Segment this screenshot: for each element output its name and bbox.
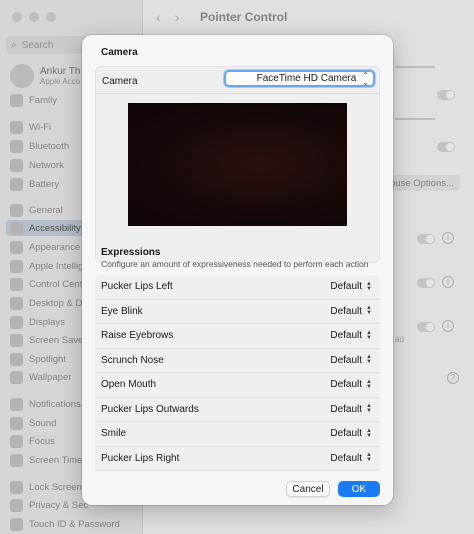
expression-label: Pucker Lips Left xyxy=(101,281,173,293)
chevron-up-down-icon: ▲ ▼ xyxy=(366,329,372,341)
expression-value: Default xyxy=(330,281,363,293)
camera-label: Camera xyxy=(102,76,138,87)
list-item: Raise Eyebrows Default ▲ ▼ xyxy=(95,324,380,349)
camera-section-title: Camera xyxy=(101,47,138,58)
camera-group: Camera FaceTime HD Camera ⌃ ⌄ xyxy=(95,66,380,263)
expression-select[interactable]: Default ▲ ▼ xyxy=(330,403,372,415)
expression-value: Default xyxy=(330,379,363,391)
expression-label: Scrunch Nose xyxy=(101,354,164,366)
facial-expressions-sheet: Camera Camera FaceTime HD Camera ⌃ ⌄ Expr… xyxy=(82,35,393,505)
expression-label: Raise Eyebrows xyxy=(101,330,174,342)
expression-label: Open Mouth xyxy=(101,379,157,391)
expression-value: Default xyxy=(330,428,363,440)
expressions-section-title: Expressions xyxy=(101,247,161,258)
expression-value: Default xyxy=(330,354,363,366)
cancel-button[interactable]: Cancel xyxy=(286,481,330,497)
expression-label: Smile xyxy=(101,428,127,440)
expression-select[interactable]: Default ▲ ▼ xyxy=(330,329,372,342)
list-item: Eye Blink Default ▲ ▼ xyxy=(95,299,380,324)
list-item: Open Mouth Default ▲ ▼ xyxy=(95,373,380,398)
chevron-up-down-icon: ▲ ▼ xyxy=(366,427,372,439)
expressions-list: Pucker Lips Left Default ▲ ▼ Eye Blink Def… xyxy=(95,275,380,471)
chevron-up-down-icon: ⌃ ⌄ xyxy=(362,70,369,87)
expression-select[interactable]: Default ▲ ▼ xyxy=(330,452,372,464)
expression-label: Eye Blink xyxy=(101,305,143,317)
expression-select[interactable]: Default ▲ ▼ xyxy=(330,305,372,317)
expression-value: Default xyxy=(330,403,363,415)
camera-select[interactable]: FaceTime HD Camera ⌃ ⌄ xyxy=(224,70,375,87)
list-item: Scrunch Nose Default ▲ ▼ xyxy=(95,348,380,373)
chevron-up-down-icon: ▲ ▼ xyxy=(366,378,372,390)
expression-select[interactable]: Default ▲ ▼ xyxy=(330,378,372,391)
expressions-description: Configure an amount of expressiveness ne… xyxy=(101,259,369,269)
list-item: Pucker Lips Left Default ▲ ▼ xyxy=(95,275,380,300)
expression-label: Pucker Lips Outwards xyxy=(101,403,199,415)
camera-preview xyxy=(128,103,347,226)
chevron-up-down-icon: ▲ ▼ xyxy=(366,354,372,366)
expression-value: Default xyxy=(330,330,363,342)
chevron-up-down-icon: ▲ ▼ xyxy=(366,452,372,464)
expression-value: Default xyxy=(330,452,363,464)
expression-select[interactable]: Default ▲ ▼ xyxy=(330,280,372,293)
ok-button[interactable]: OK xyxy=(338,481,380,497)
expression-value: Default xyxy=(330,305,363,317)
chevron-up-down-icon: ▲ ▼ xyxy=(366,280,372,292)
expression-select[interactable]: Default ▲ ▼ xyxy=(330,354,372,366)
chevron-up-down-icon: ▲ ▼ xyxy=(366,403,372,415)
list-item: Smile Default ▲ ▼ xyxy=(95,422,380,447)
list-item: Pucker Lips Outwards Default ▲ ▼ xyxy=(95,397,380,422)
divider xyxy=(96,93,379,94)
chevron-up-down-icon: ▲ ▼ xyxy=(366,305,372,317)
list-item: Pucker Lips Right Default ▲ ▼ xyxy=(95,446,380,471)
camera-select-value: FaceTime HD Camera xyxy=(256,73,357,84)
expression-label: Pucker Lips Right xyxy=(101,452,180,464)
expression-select[interactable]: Default ▲ ▼ xyxy=(330,427,372,440)
dialog-buttons: Cancel OK xyxy=(286,481,380,497)
